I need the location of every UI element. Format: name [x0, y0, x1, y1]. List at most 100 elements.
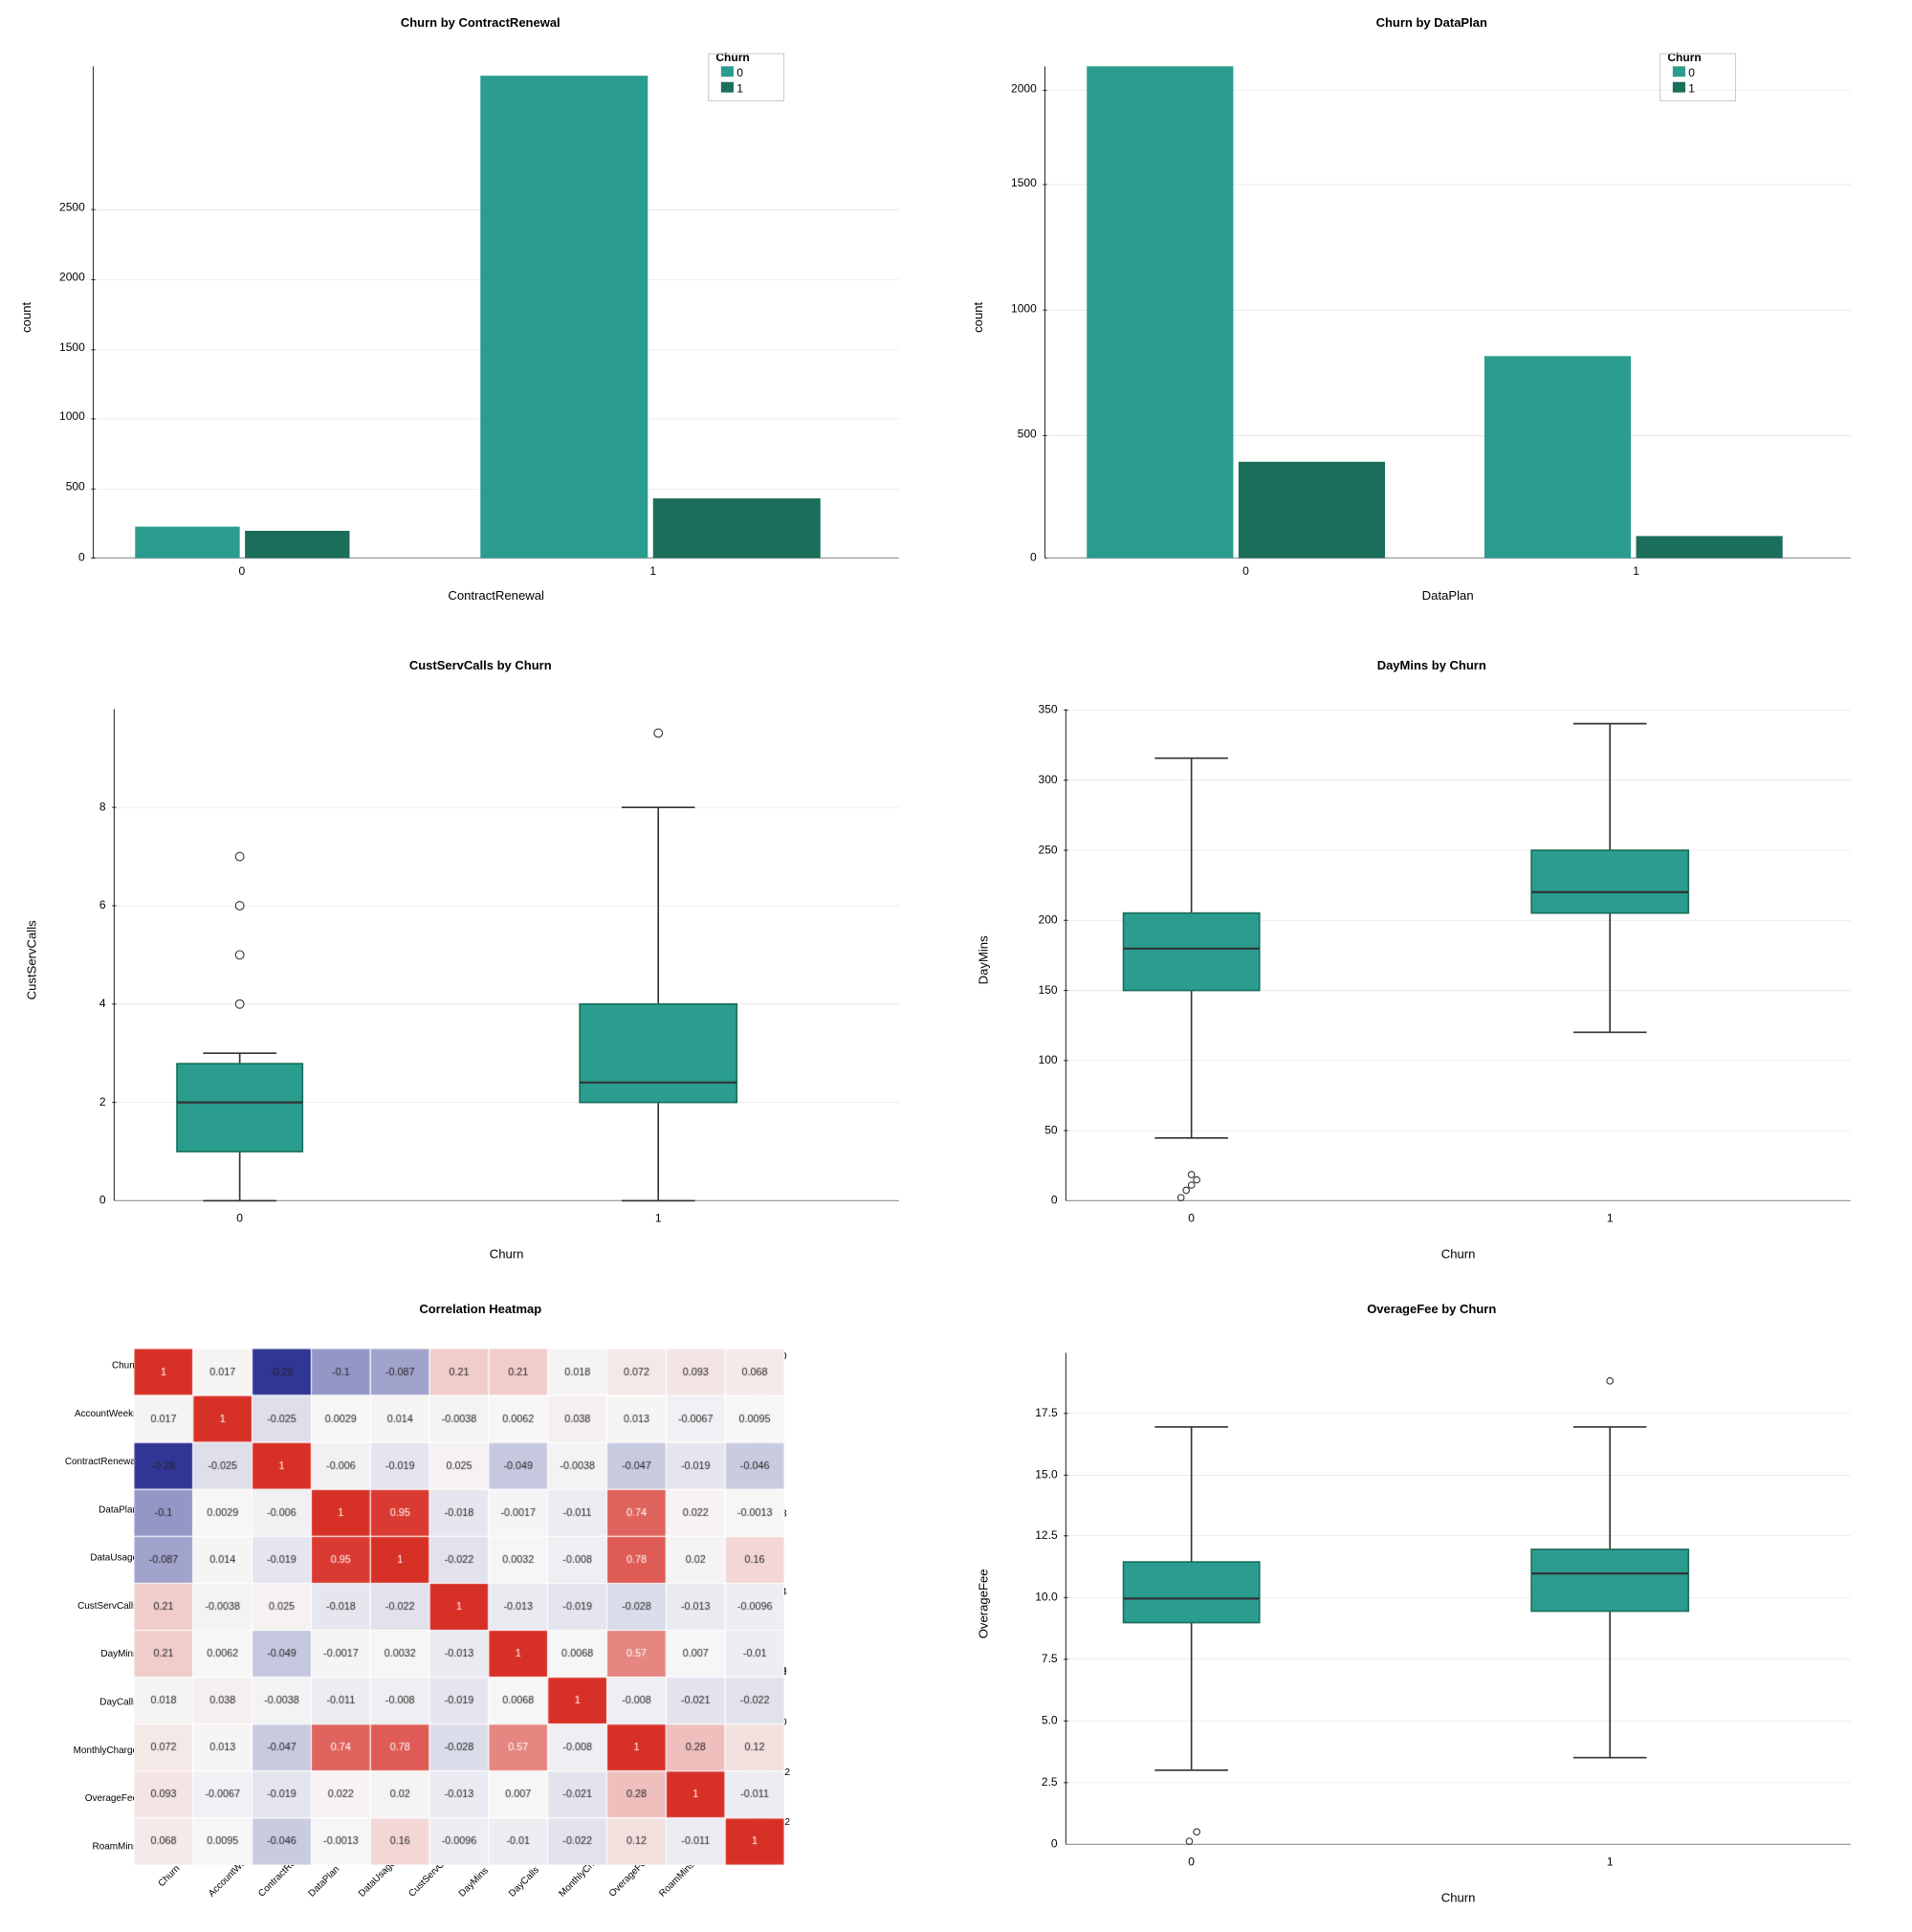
- svg-text:10.0: 10.0: [1035, 1590, 1058, 1603]
- heatmap-canvas: [134, 1349, 784, 1865]
- xlabel-0: 0: [238, 564, 245, 578]
- svg-text:DayMins: DayMins: [457, 1865, 491, 1899]
- svg-text:100: 100: [1038, 1054, 1057, 1067]
- svg-chart3: 0 2 4 6 8 CustServCalls: [10, 676, 952, 1285]
- legend-color-1: [721, 82, 734, 93]
- box4-0: [1123, 913, 1259, 991]
- outlier6-0-low2: [1193, 1829, 1199, 1835]
- ytick-1000: 1000: [59, 409, 85, 423]
- svg-text:RoamMins: RoamMins: [93, 1841, 139, 1852]
- ytick2-1000: 1000: [1011, 301, 1037, 315]
- xlabel4-1: 1: [1606, 1212, 1613, 1225]
- svg-text:17.5: 17.5: [1035, 1406, 1058, 1419]
- bar-1-churn1: [653, 498, 821, 558]
- svg-chart6: 0 2.5 5.0 7.5 10.0 12.5 15.0: [961, 1320, 1903, 1929]
- svg-text:2: 2: [99, 1095, 106, 1109]
- svg-text:0: 0: [1050, 1837, 1057, 1851]
- svg-text:OverageFee: OverageFee: [85, 1793, 139, 1804]
- svg-text:8: 8: [99, 801, 106, 814]
- bar2-1-c1: [1636, 536, 1782, 558]
- svg-text:DataPlan: DataPlan: [99, 1504, 138, 1515]
- svg-chart2: 0 500 1000 1500 2000 count 0: [961, 33, 1903, 643]
- dashboard-grid: Churn by ContractRenewal 0 500 1000 1500: [0, 0, 1912, 1912]
- svg-text:200: 200: [1038, 913, 1057, 927]
- svg-text:MonthlyCharge: MonthlyCharge: [74, 1745, 139, 1756]
- outlier-3-0-7: [235, 853, 244, 862]
- xlabel-1: 1: [649, 564, 656, 578]
- title-overagefee: OverageFee by Churn: [1367, 1302, 1496, 1316]
- ytick2-2000: 2000: [1011, 82, 1037, 96]
- ytick2-1500: 1500: [1011, 176, 1037, 189]
- box6-0: [1123, 1562, 1259, 1622]
- svg-text:250: 250: [1038, 844, 1057, 857]
- box3-0: [177, 1065, 302, 1153]
- legend-color-0: [721, 66, 734, 77]
- svg-text:CustServCalls: CustServCalls: [77, 1601, 138, 1612]
- svg-text:7.5: 7.5: [1041, 1652, 1057, 1665]
- panel-heatmap: Correlation Heatmap // We'll define cell…: [10, 1296, 952, 1929]
- xlabel4-0: 0: [1188, 1212, 1195, 1225]
- bar2-0-c1: [1238, 462, 1384, 559]
- bar-0-churn1: [245, 531, 349, 558]
- legend2-color-0: [1672, 66, 1684, 77]
- svg-text:DayCalls: DayCalls: [99, 1697, 138, 1707]
- legend2-0: 0: [1688, 66, 1695, 79]
- svg-text:50: 50: [1044, 1124, 1058, 1137]
- outlier4-0-2: [1182, 1188, 1189, 1195]
- panel-dataplan: Churn by DataPlan 0 500 1000 1500 2000 c…: [961, 10, 1903, 643]
- svg-chart4: 0 50 100 150 200 250 300 35: [961, 676, 1903, 1285]
- svg-text:AccountWeeks: AccountWeeks: [75, 1409, 138, 1419]
- bar2-0-c0: [1087, 66, 1233, 558]
- ylabel-4: DayMins: [976, 935, 990, 984]
- svg-text:0: 0: [1050, 1194, 1057, 1207]
- svg-text:DataPlan: DataPlan: [307, 1864, 342, 1899]
- ylabel-6: OverageFee: [976, 1569, 990, 1638]
- xlabel-label-1: ContractRenewal: [448, 588, 544, 603]
- xlabel6-1: 1: [1606, 1855, 1613, 1868]
- legend-title-2: Churn: [1667, 51, 1701, 64]
- title-dataplan: Churn by DataPlan: [1376, 15, 1487, 30]
- xlabel3-1: 1: [655, 1212, 662, 1225]
- outlier6-1-high: [1606, 1377, 1613, 1384]
- bar-1-churn0: [480, 76, 648, 558]
- xlabel-label-4: Churn: [1440, 1247, 1475, 1262]
- svg-text:12.5: 12.5: [1035, 1528, 1058, 1542]
- box6-1: [1531, 1549, 1688, 1612]
- outlier4-0-4: [1193, 1177, 1199, 1184]
- box3-1: [580, 1004, 736, 1103]
- ytick-1500: 1500: [59, 340, 85, 354]
- chart-area-4: 0 50 100 150 200 250 300 35: [961, 676, 1903, 1285]
- svg-text:RoamMins: RoamMins: [657, 1859, 696, 1899]
- legend-0: 0: [736, 66, 743, 79]
- svg-text:0: 0: [99, 1194, 106, 1207]
- svg-text:350: 350: [1038, 703, 1057, 716]
- chart-area-3: 0 2 4 6 8 CustServCalls: [10, 676, 952, 1285]
- ytick-2000: 2000: [59, 271, 85, 284]
- ylabel-2: count: [970, 301, 984, 332]
- svg-text:Churn: Churn: [157, 1863, 183, 1889]
- svg-text:6: 6: [99, 899, 106, 912]
- panel-custservcalls: CustServCalls by Churn 0 2 4 6 8: [10, 652, 952, 1285]
- xlabel6-0: 0: [1188, 1855, 1195, 1868]
- chart-area-2: 0 500 1000 1500 2000 count 0: [961, 33, 1903, 643]
- svg-text:5.0: 5.0: [1041, 1714, 1057, 1727]
- title-daymins: DayMins by Churn: [1377, 658, 1486, 672]
- legend2-color-1: [1672, 82, 1684, 93]
- ytick2-500: 500: [1017, 428, 1036, 441]
- svg-text:ContractRenewal: ContractRenewal: [65, 1457, 138, 1467]
- panel-daymins: DayMins by Churn 0 50 100 150 200: [961, 652, 1903, 1285]
- svg-text:DayCalls: DayCalls: [507, 1865, 541, 1899]
- svg-chart1: 0 500 1000 1500 2000 2500 count: [10, 33, 952, 643]
- xlabel3-0: 0: [236, 1212, 243, 1225]
- ytick2-0: 0: [1030, 551, 1037, 564]
- svg-text:15.0: 15.0: [1035, 1467, 1058, 1481]
- panel-contract-renewal: Churn by ContractRenewal 0 500 1000 1500: [10, 10, 952, 643]
- chart-area-5: // We'll define cell positions manually …: [10, 1320, 952, 1929]
- xlabel2-0: 0: [1242, 564, 1249, 578]
- svg-text:150: 150: [1038, 983, 1057, 997]
- chart-area-1: 0 500 1000 1500 2000 2500 count: [10, 33, 952, 643]
- ytick-500: 500: [66, 479, 85, 493]
- svg-text:DataUsage: DataUsage: [90, 1553, 138, 1564]
- ytick-0: 0: [78, 551, 85, 564]
- panel-overagefee: OverageFee by Churn 0 2.5 5.0 7.5 10.0: [961, 1296, 1903, 1929]
